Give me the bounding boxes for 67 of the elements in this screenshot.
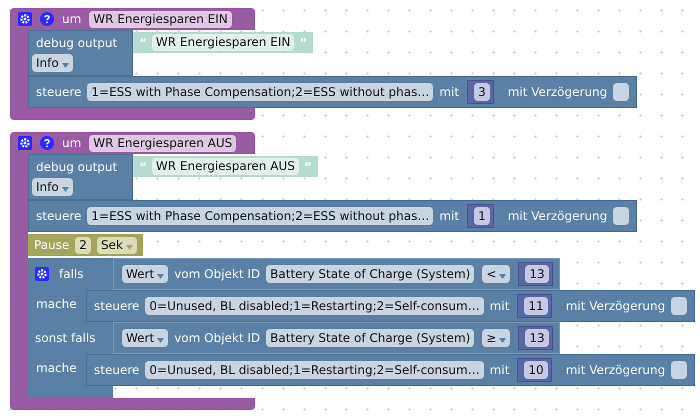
number-field[interactable]: 1 (474, 207, 490, 225)
number-field[interactable]: 10 (524, 361, 548, 379)
dropdown-arrow-icon (62, 63, 69, 68)
block-label: mit (439, 208, 460, 225)
dropdown-arrow-icon (62, 187, 69, 192)
block-label: mit (490, 298, 510, 315)
delay-checkbox[interactable] (671, 297, 688, 315)
block-label: mit (490, 362, 510, 379)
block-label: vom Objekt ID (174, 266, 260, 283)
open-quote: “ (139, 158, 147, 176)
block-label: vom Objekt ID (174, 330, 260, 347)
block-label: um (62, 11, 82, 28)
state-dropdown[interactable]: 0=Unused, BL disabled;1=Restarting;2=Self-consum… (145, 297, 484, 315)
gear-icon[interactable] (35, 267, 49, 281)
text-field[interactable]: WR Energiesparen AUS (152, 158, 299, 175)
number-field[interactable]: 13 (525, 265, 549, 283)
object-id-field[interactable]: Battery State of Charge (System) (266, 265, 474, 283)
mode-dropdown[interactable]: Wert (122, 265, 168, 283)
block-label: steuere (94, 298, 140, 315)
severity-dropdown[interactable]: Info (32, 54, 73, 72)
delay-checkbox[interactable] (613, 207, 630, 225)
delay-checkbox[interactable] (613, 83, 630, 101)
help-icon[interactable] (40, 136, 54, 150)
severity-dropdown[interactable]: Info (32, 178, 73, 196)
close-quote: ” (304, 158, 312, 176)
help-icon[interactable] (40, 12, 54, 26)
delay-checkbox[interactable] (671, 361, 688, 379)
mode-dropdown[interactable]: Wert (122, 329, 168, 347)
dropdown-arrow-icon (499, 338, 506, 343)
object-id-field[interactable]: Battery State of Charge (System) (266, 329, 474, 347)
gear-icon[interactable] (18, 136, 32, 150)
branch-label: mache (36, 360, 78, 377)
block-label: steuere (36, 84, 82, 101)
dropdown-arrow-icon (126, 245, 133, 250)
branch-label: falls (59, 266, 84, 283)
state-dropdown[interactable]: 1=ESS with Phase Compensation;2=ESS without phas… (87, 83, 434, 101)
operator-dropdown[interactable]: < (482, 265, 510, 283)
block-label: debug output (35, 35, 118, 52)
open-quote: “ (139, 34, 147, 52)
dropdown-arrow-icon (499, 274, 506, 279)
block-label: mit Verzögerung (566, 298, 666, 315)
block-label: mit Verzögerung (508, 84, 608, 101)
block-label: mit (439, 84, 460, 101)
branch-label: sonst falls (35, 330, 96, 347)
block-label: steuere (94, 362, 140, 379)
block-label: debug output (35, 159, 118, 176)
operator-dropdown[interactable]: ≥ (482, 329, 510, 347)
block-label: mit Verzögerung (566, 362, 666, 379)
text-field[interactable]: WR Energiesparen EIN (152, 34, 294, 51)
number-field[interactable]: 11 (524, 297, 548, 315)
unit-dropdown[interactable]: Sek (96, 236, 137, 254)
dropdown-arrow-icon (157, 274, 164, 279)
number-field[interactable]: 13 (525, 329, 549, 347)
block-label: Pause (34, 237, 70, 254)
block-label: steuere (36, 208, 82, 225)
dropdown-arrow-icon (157, 338, 164, 343)
close-quote: ” (299, 34, 308, 52)
block-label: mit Verzögerung (508, 208, 608, 225)
branch-label: mache (36, 296, 78, 313)
state-dropdown[interactable]: 0=Unused, BL disabled;1=Restarting;2=Self-consum… (145, 361, 484, 379)
function-name-field[interactable]: WR Energiesparen EIN (89, 10, 232, 28)
gear-icon[interactable] (18, 12, 32, 26)
block-label: um (62, 135, 82, 152)
state-dropdown[interactable]: 1=ESS with Phase Compensation;2=ESS without phas… (87, 207, 434, 225)
number-field[interactable]: 3 (474, 83, 490, 101)
function-name-field[interactable]: WR Energiesparen AUS (89, 134, 236, 152)
number-field[interactable]: 2 (75, 236, 91, 254)
